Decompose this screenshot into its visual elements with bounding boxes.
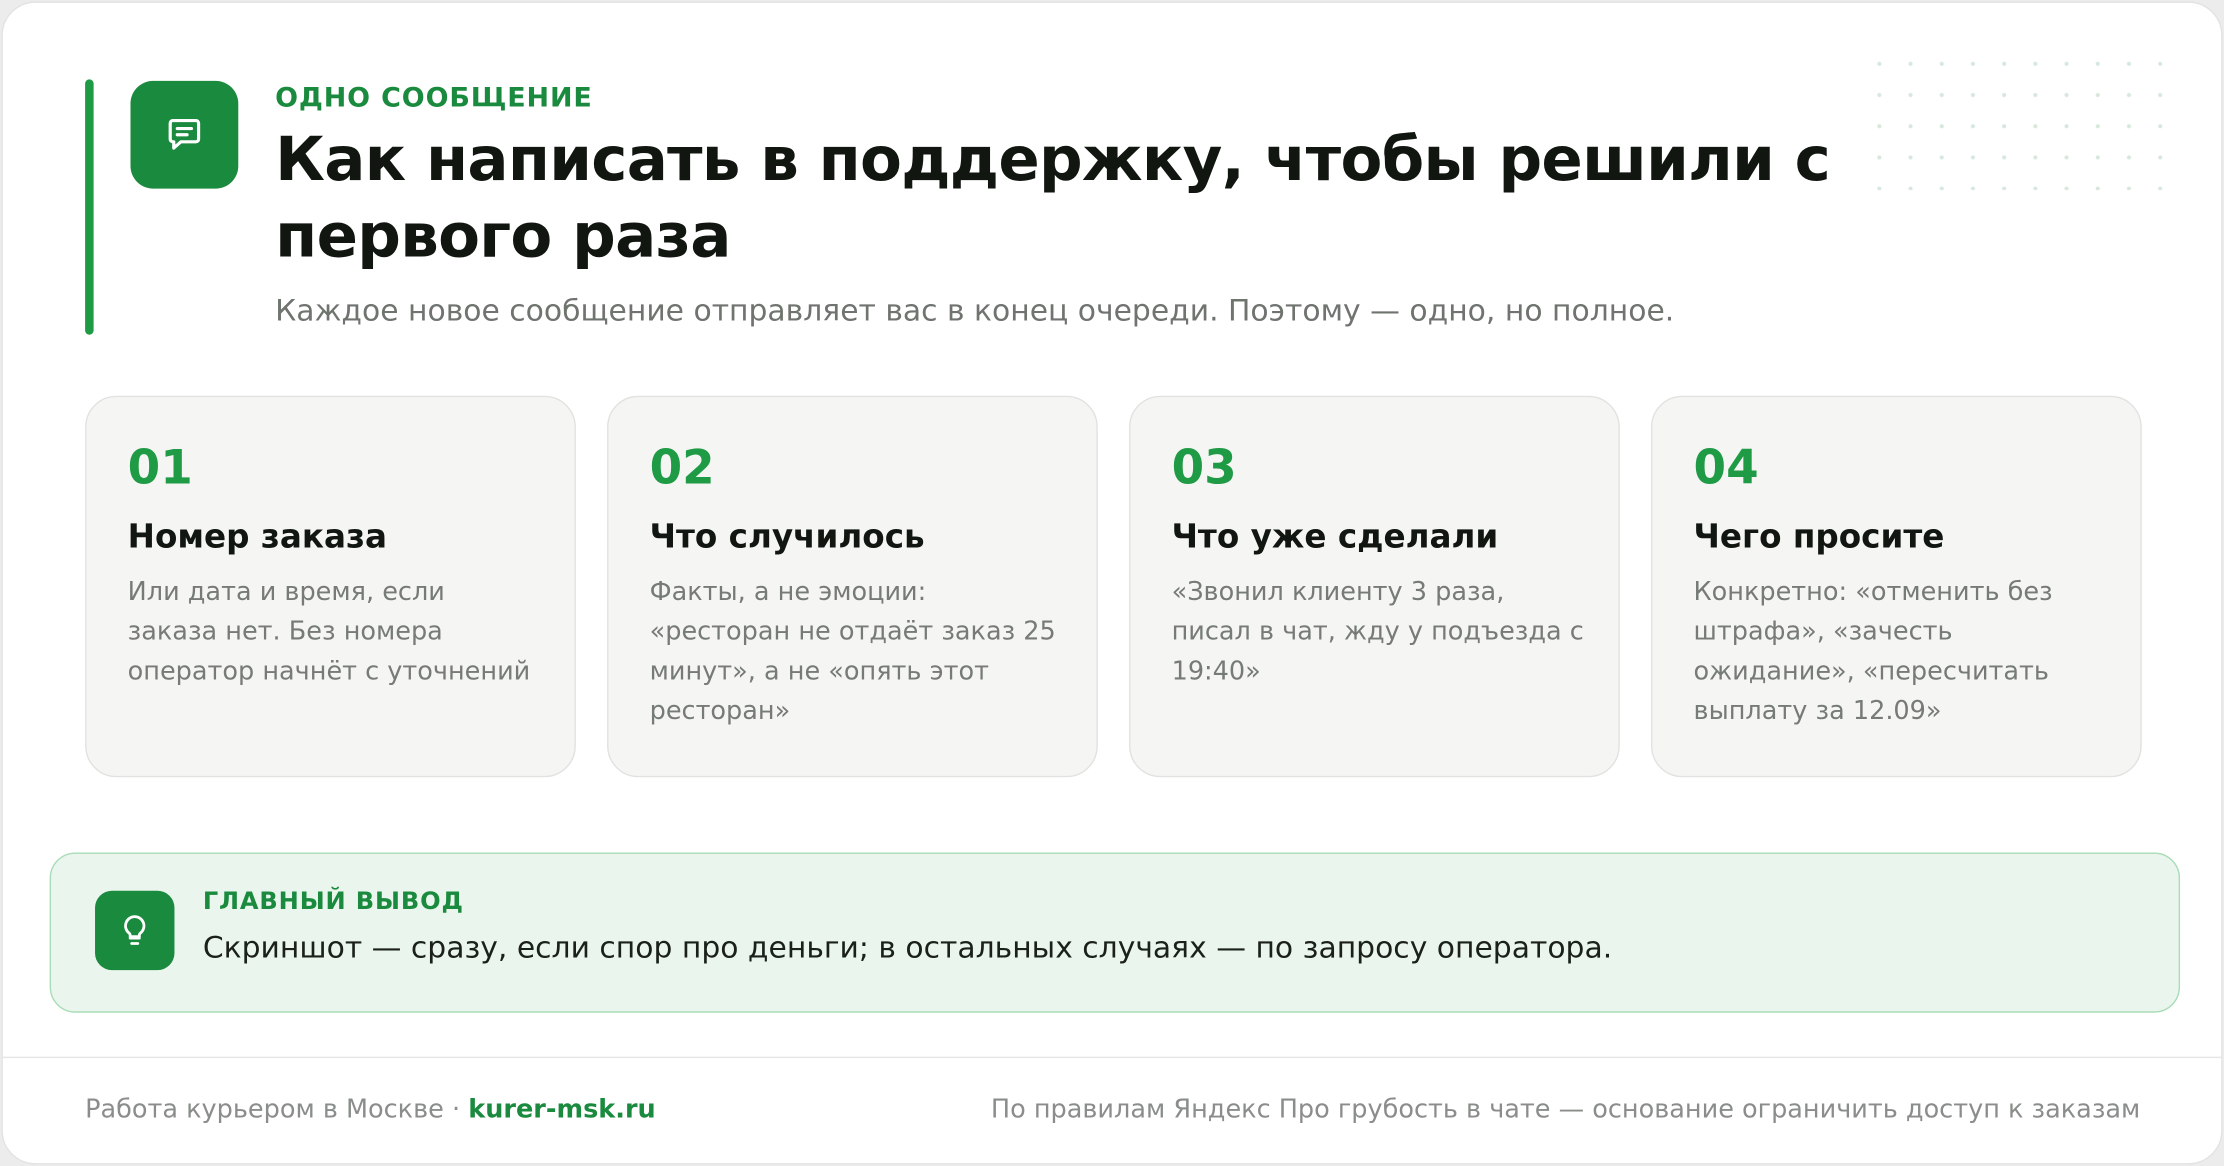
footer-note: По правилам Яндекс Про грубость в чате —… <box>990 1094 2141 1125</box>
step-number: 04 <box>1693 439 1759 496</box>
footer-source-text: Работа курьером в Москве · <box>85 1094 461 1125</box>
step-title: Чего просите <box>1693 519 1945 557</box>
takeaway-text: Скриншот — сразу, если спор про деньги; … <box>202 930 1613 965</box>
takeaway-label: ГЛАВНЫЙ ВЫВОД <box>202 887 464 917</box>
step-title: Что случилось <box>649 519 925 557</box>
infographic-card: ОДНО СООБЩЕНИЕ Как написать в поддержку,… <box>1 1 2223 1165</box>
step-description: Конкретно: «отменить без штрафа», «зачес… <box>1693 577 2053 727</box>
lightbulb-icon <box>95 890 175 971</box>
step-number: 03 <box>1171 439 1237 496</box>
decorative-dot-grid <box>1863 48 2168 191</box>
step-card-3: 03 Что уже сделали «Звонил клиенту 3 раз… <box>1129 395 1620 778</box>
step-title: Что уже сделали <box>1171 519 1499 557</box>
step-card-4: 04 Чего просите Конкретно: «отменить без… <box>1650 395 2142 778</box>
step-description: «Звонил клиенту 3 раза, писал в чат, жду… <box>1171 577 1584 687</box>
step-number: 02 <box>649 439 715 496</box>
section-eyebrow: ОДНО СООБЩЕНИЕ <box>275 82 593 114</box>
header-accent-bar <box>85 79 94 335</box>
key-takeaway-box: ГЛАВНЫЙ ВЫВОД Скриншот — сразу, если спо… <box>49 852 2181 1013</box>
page-subtitle: Каждое новое сообщение отправляет вас в … <box>275 293 1675 328</box>
page-title: Как написать в поддержку, чтобы решили с… <box>275 124 1831 273</box>
step-card-1: 01 Номер заказа Или дата и время, если з… <box>85 395 576 778</box>
footer-divider <box>2 1056 2222 1059</box>
step-number: 01 <box>127 439 193 496</box>
footer-source: Работа курьером в Москве · kurer-msk.ru <box>85 1095 656 1125</box>
step-description: Факты, а не эмоции: «ресторан не отдаёт … <box>649 577 1056 727</box>
chat-message-icon <box>130 80 239 189</box>
step-card-2: 02 Что случилось Факты, а не эмоции: «ре… <box>607 395 1098 778</box>
step-title: Номер заказа <box>127 519 387 557</box>
footer-site-link[interactable]: kurer-msk.ru <box>468 1095 655 1125</box>
step-description: Или дата и время, если заказа нет. Без н… <box>127 577 531 687</box>
